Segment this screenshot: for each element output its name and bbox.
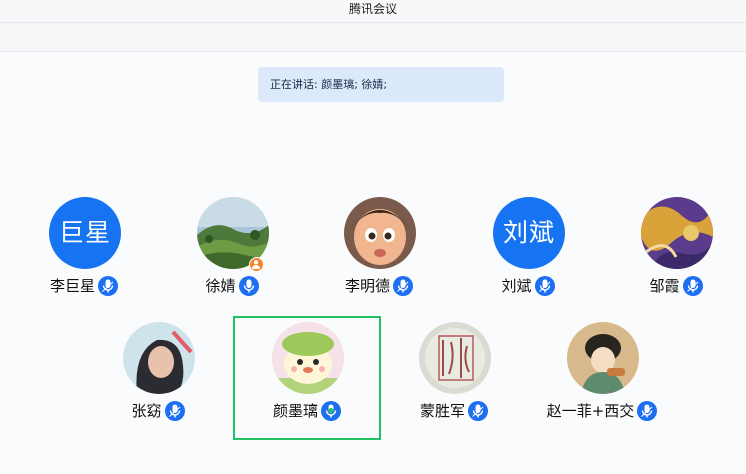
participant-name: 徐婧 <box>205 277 236 295</box>
participant-tile[interactable]: 巨星 李巨星 <box>11 197 157 313</box>
participant-name: 邹霞 <box>649 277 680 295</box>
participant-name: 蒙胜军 <box>419 402 465 420</box>
participant-name: 李巨星 <box>49 277 95 295</box>
participant-tile[interactable]: 赵一菲+西交 <box>529 322 675 438</box>
avatar <box>567 322 639 394</box>
avatar <box>344 197 416 269</box>
participant-tile[interactable]: 蒙胜军 <box>381 322 527 438</box>
avatar: 刘斌 <box>493 197 565 269</box>
speaking-indicator: 正在讲话: 颜墨璃; 徐婧; <box>258 67 504 102</box>
participant-tile-active-speaker[interactable]: 颜墨璃 <box>233 316 381 440</box>
participant-tile[interactable]: 张窈 <box>85 322 231 438</box>
avatar: 巨星 <box>49 197 121 269</box>
microphone-icon[interactable] <box>468 401 488 421</box>
microphone-icon[interactable] <box>98 276 118 296</box>
participant-name: 李明德 <box>344 277 390 295</box>
toolbar <box>0 23 746 52</box>
microphone-icon[interactable] <box>682 276 703 296</box>
avatar <box>123 322 195 394</box>
host-icon <box>249 257 264 272</box>
participant-tile[interactable]: 李明德 <box>306 197 452 313</box>
participant-name: 张窈 <box>131 402 162 420</box>
microphone-icon[interactable] <box>637 401 658 421</box>
participant-tile[interactable]: 邹霞 <box>603 197 746 313</box>
microphone-icon[interactable] <box>534 276 555 296</box>
microphone-speaking-icon[interactable] <box>321 401 341 421</box>
participant-name: 刘斌 <box>501 277 532 295</box>
microphone-icon[interactable] <box>164 401 185 421</box>
microphone-icon[interactable] <box>393 276 413 296</box>
participant-name: 颜墨璃 <box>272 402 318 420</box>
avatar <box>641 197 713 269</box>
microphone-icon[interactable] <box>238 276 259 296</box>
avatar <box>419 322 491 394</box>
participant-name: 赵一菲+西交 <box>546 402 635 420</box>
participant-tile[interactable]: 徐婧 <box>159 197 305 313</box>
participant-tile[interactable]: 刘斌 刘斌 <box>455 197 601 313</box>
avatar <box>272 322 344 394</box>
window-title: 腾讯会议 <box>0 0 746 23</box>
